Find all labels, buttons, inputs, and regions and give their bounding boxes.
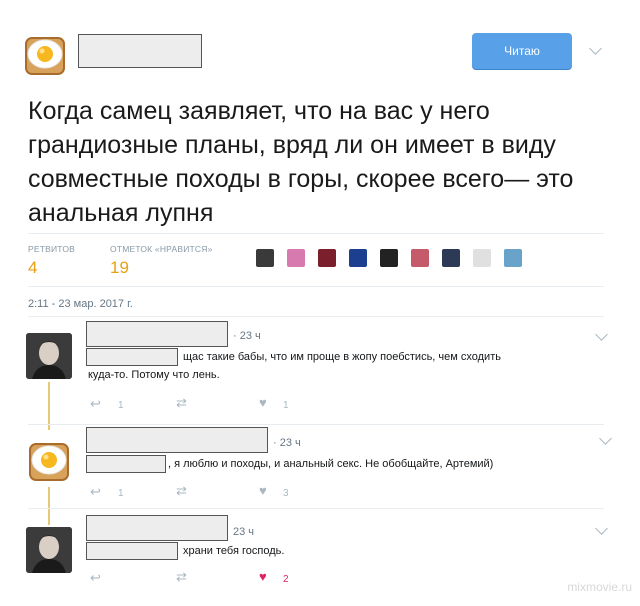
chevron-down-icon[interactable]: [595, 328, 608, 341]
retweets-count[interactable]: 4: [28, 258, 37, 278]
liker-avatar[interactable]: [442, 249, 460, 267]
heart-icon[interactable]: ♥: [259, 483, 267, 498]
reply-time[interactable]: · 23 ч: [233, 330, 261, 342]
reply-avatar[interactable]: [24, 434, 74, 484]
heart-icon[interactable]: ♥: [259, 395, 267, 410]
heart-icon[interactable]: ♥: [259, 569, 267, 584]
like-count: 3: [283, 488, 289, 499]
reply-count: 1: [118, 488, 124, 499]
reply-text-line: куда-то. Потому что лень.: [88, 369, 220, 381]
reply-avatar[interactable]: [26, 527, 72, 573]
divider: [28, 508, 604, 509]
person-photo-icon: [26, 333, 72, 379]
divider: [28, 424, 604, 425]
liker-avatar[interactable]: [504, 249, 522, 267]
tweet-timestamp[interactable]: 2:11 - 23 мар. 2017 г.: [28, 298, 133, 310]
follow-button-label: Читаю: [504, 44, 540, 58]
reply-icon[interactable]: ↩: [90, 396, 101, 412]
retweet-icon[interactable]: ⇄: [176, 483, 187, 499]
egg-toast-icon: [29, 443, 69, 481]
person-photo-icon: [26, 527, 72, 573]
divider: [28, 286, 604, 287]
retweets-label: РЕТВИТОВ: [28, 244, 76, 254]
chevron-down-icon[interactable]: [595, 522, 608, 535]
liker-avatar[interactable]: [380, 249, 398, 267]
liker-avatar[interactable]: [287, 249, 305, 267]
like-count: 2: [283, 574, 289, 585]
reply-text-line: храни тебя господь.: [183, 545, 285, 557]
liker-avatar[interactable]: [256, 249, 274, 267]
likes-label: ОТМЕТОК «НРАВИТСЯ»: [110, 244, 213, 254]
like-count: 1: [283, 400, 289, 411]
reply-text-line: щас такие бабы, что им проще в жопу поеб…: [183, 351, 501, 363]
author-name-redacted: [78, 34, 202, 68]
reply-name-redacted: [86, 515, 228, 541]
liker-avatar[interactable]: [473, 249, 491, 267]
liker-avatar[interactable]: [349, 249, 367, 267]
mention-redacted: [86, 348, 178, 366]
reply-count: 1: [118, 400, 124, 411]
tweet-text: Когда самец заявляет, что на вас у него …: [28, 97, 574, 227]
author-avatar[interactable]: [20, 28, 70, 78]
mention-redacted: [86, 542, 178, 560]
liker-avatar[interactable]: [411, 249, 429, 267]
mention-redacted: [86, 455, 166, 473]
liker-avatar[interactable]: [318, 249, 336, 267]
likes-count[interactable]: 19: [110, 258, 129, 278]
chevron-down-icon[interactable]: [599, 432, 612, 445]
reply-name-redacted: [86, 321, 228, 347]
egg-toast-icon: [25, 37, 65, 75]
reply-icon[interactable]: ↩: [90, 484, 101, 500]
divider: [28, 233, 604, 234]
divider: [28, 316, 604, 317]
reply-icon[interactable]: ↩: [90, 570, 101, 586]
follow-button[interactable]: Читаю: [472, 33, 572, 69]
reply-time[interactable]: · 23 ч: [273, 437, 301, 449]
chevron-down-icon[interactable]: [589, 42, 602, 55]
reply-time[interactable]: 23 ч: [233, 526, 254, 538]
thread-line: [48, 382, 50, 430]
thread-line: [48, 487, 50, 525]
reply-name-redacted: [86, 427, 268, 453]
watermark: mixmovie.ru: [567, 580, 632, 594]
reply-text-line: , я люблю и походы, и анальный секс. Не …: [168, 458, 494, 470]
retweet-icon[interactable]: ⇄: [176, 569, 187, 585]
reply-avatar[interactable]: [26, 333, 72, 379]
retweet-icon[interactable]: ⇄: [176, 395, 187, 411]
